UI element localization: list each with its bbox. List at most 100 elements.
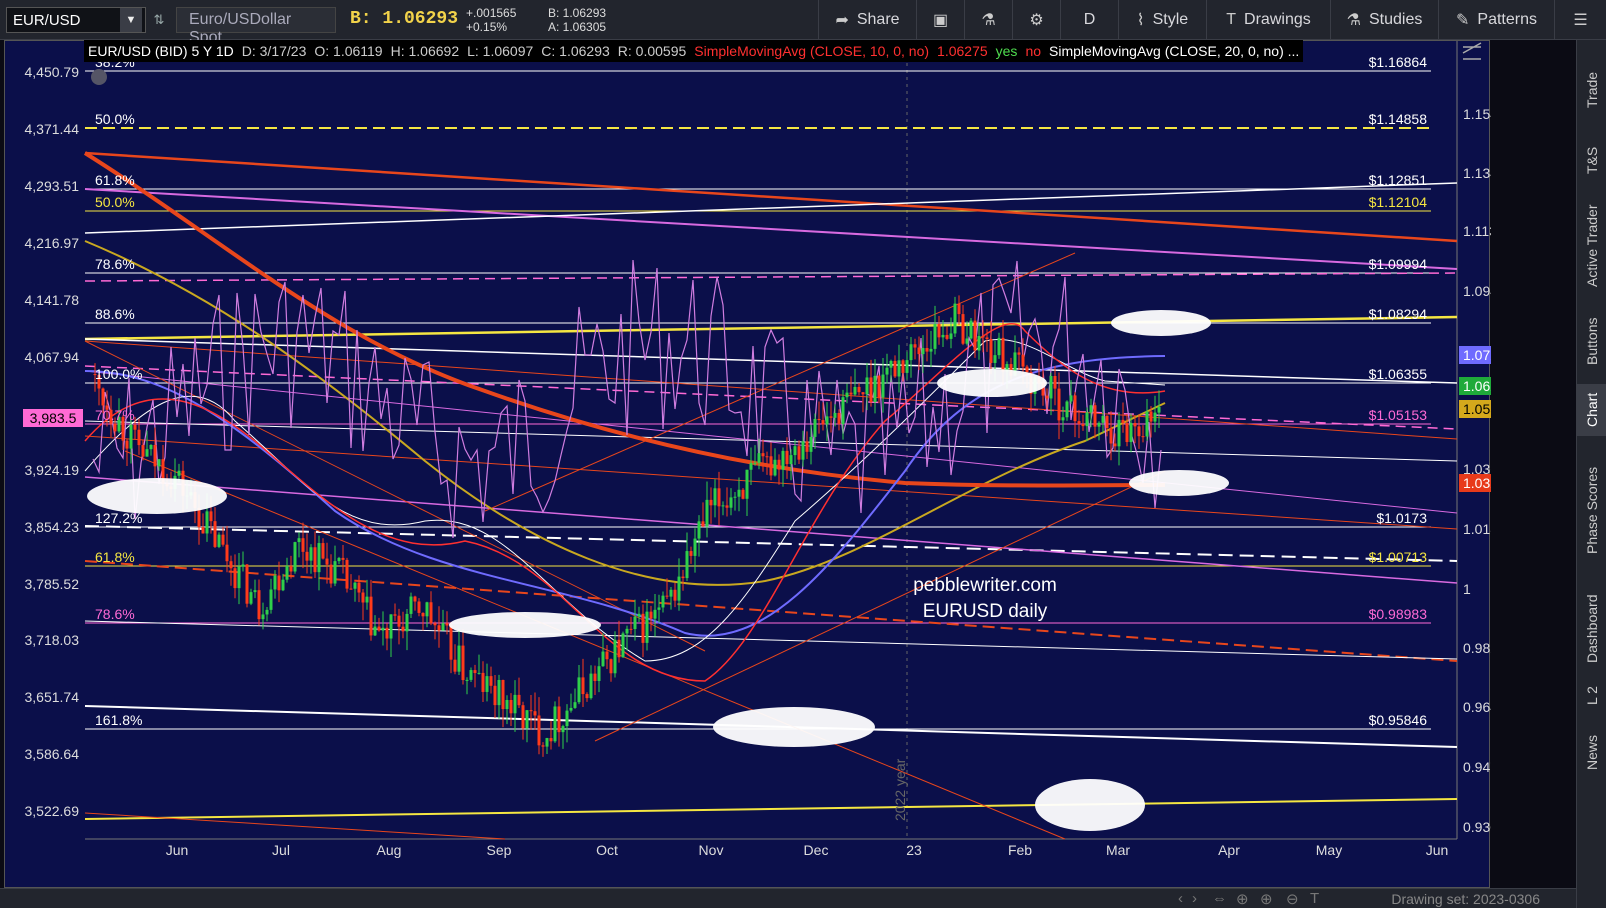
candle-body bbox=[609, 659, 613, 674]
candle-body bbox=[565, 710, 569, 727]
side-tab-buttons[interactable]: Buttons bbox=[1577, 308, 1606, 374]
side-tab-news[interactable]: News bbox=[1577, 720, 1606, 784]
candle-body bbox=[601, 651, 605, 667]
candle-body bbox=[233, 568, 237, 589]
settings-button[interactable]: ⚙ bbox=[1012, 0, 1060, 40]
candle-body bbox=[145, 449, 149, 457]
candle-body bbox=[889, 360, 893, 368]
candle-body bbox=[697, 521, 701, 539]
candle-body bbox=[449, 625, 453, 660]
candle-body bbox=[481, 672, 485, 692]
candle-body bbox=[597, 666, 601, 682]
side-tab-l-2[interactable]: L 2 bbox=[1577, 680, 1606, 712]
patterns-button[interactable]: ✎ Patterns bbox=[1438, 0, 1554, 40]
candle-body bbox=[309, 547, 313, 561]
candle-body bbox=[633, 616, 637, 630]
share-button[interactable]: ➦ Share bbox=[818, 0, 916, 40]
scroll-left-icon[interactable]: ‹ bbox=[1178, 890, 1183, 907]
side-tab-phase-scores[interactable]: Phase Scores bbox=[1577, 444, 1606, 576]
symbol-dropdown-icon[interactable]: ▼ bbox=[120, 8, 142, 32]
flask-icon: ⚗ bbox=[981, 12, 996, 29]
zoom-out-icon[interactable]: ⊖ bbox=[1286, 890, 1299, 908]
candle-body bbox=[1025, 366, 1029, 373]
side-tab-dashboard[interactable]: Dashboard bbox=[1577, 586, 1606, 672]
layout-button[interactable]: ▣ bbox=[916, 0, 964, 40]
year-mark-label: 2022 year bbox=[892, 758, 908, 821]
scroll-right-icon[interactable]: › bbox=[1192, 890, 1197, 907]
link-icon[interactable]: ⇅ bbox=[150, 8, 168, 32]
candle-body bbox=[929, 348, 933, 352]
candle-body bbox=[1085, 412, 1089, 427]
candle-body bbox=[1093, 405, 1097, 427]
candle-body bbox=[1157, 406, 1161, 413]
studies-button[interactable]: ⚗ Studies bbox=[1330, 0, 1438, 40]
candle-body bbox=[1073, 395, 1077, 422]
candle-body bbox=[349, 588, 353, 590]
candle-body bbox=[513, 694, 517, 714]
candle-body bbox=[297, 538, 301, 543]
candle-body bbox=[441, 623, 445, 631]
flask-button[interactable]: ⚗ bbox=[964, 0, 1012, 40]
right-axis-label: 1.13419 bbox=[1463, 165, 1491, 181]
candle-body bbox=[857, 386, 861, 393]
candle-body bbox=[681, 576, 685, 579]
crosshair-icon[interactable]: ⊕ bbox=[1236, 890, 1249, 908]
candle-body bbox=[149, 444, 153, 450]
candle-body bbox=[385, 627, 389, 639]
zoom-in-icon[interactable]: ⊕ bbox=[1260, 890, 1273, 908]
candle-body bbox=[1145, 411, 1149, 437]
candle-body bbox=[949, 333, 953, 339]
side-tab-t-s[interactable]: T&S bbox=[1577, 134, 1606, 186]
candle-body bbox=[445, 623, 449, 626]
fib-left-label: 78.6% bbox=[95, 256, 135, 272]
candle-body bbox=[965, 338, 969, 344]
text-icon[interactable]: T bbox=[1310, 890, 1319, 907]
left-axis-label: 3,854.23 bbox=[25, 519, 80, 535]
annotation-oval bbox=[449, 612, 601, 638]
chart-area[interactable]: 4,450.79 4,371.44 4,293.51 4,216.97 4,141.78… bbox=[4, 40, 1523, 889]
candle-body bbox=[421, 612, 425, 617]
drawings-button[interactable]: T Drawings bbox=[1206, 0, 1330, 40]
fib-left-label: 61.8% bbox=[95, 549, 135, 565]
candle-body bbox=[717, 488, 721, 507]
fib-right-label: $1.08294 bbox=[1369, 306, 1428, 322]
candle-body bbox=[553, 706, 557, 742]
bid-ask: B: 1.06293 A: 1.06305 bbox=[548, 6, 606, 34]
fib-right-label: $1.12851 bbox=[1369, 172, 1428, 188]
candle-body bbox=[277, 575, 281, 591]
candle-body bbox=[321, 543, 325, 559]
candle-body bbox=[397, 615, 401, 627]
side-tab-active-trader[interactable]: Active Trader bbox=[1577, 194, 1606, 298]
right-axis-label: 0.93057 bbox=[1463, 819, 1491, 835]
menu-button[interactable]: ☰ bbox=[1554, 0, 1606, 40]
candle-body bbox=[785, 450, 789, 465]
candle-body bbox=[1089, 405, 1093, 413]
candle-body bbox=[469, 670, 473, 680]
candle-body bbox=[517, 694, 521, 706]
x-axis-label: May bbox=[1316, 842, 1342, 858]
candle-body bbox=[525, 710, 529, 729]
candle-body bbox=[217, 534, 221, 547]
left-axis-label: 3,785.52 bbox=[25, 576, 80, 592]
candle-body bbox=[1141, 436, 1145, 438]
bid-price: B: 1.06293 bbox=[350, 9, 459, 29]
candle-body bbox=[1017, 352, 1021, 355]
candle-body bbox=[985, 337, 989, 340]
menu-icon: ☰ bbox=[1573, 12, 1588, 29]
candle-body bbox=[289, 566, 293, 572]
candle-body bbox=[529, 710, 533, 712]
side-tab-chart[interactable]: Chart bbox=[1577, 384, 1606, 436]
candle-body bbox=[913, 344, 917, 348]
left-axis-label: 4,293.51 bbox=[25, 178, 80, 194]
candle-body bbox=[825, 416, 829, 425]
period-button[interactable]: D bbox=[1060, 0, 1118, 40]
candle-body bbox=[1081, 424, 1085, 427]
candle-body bbox=[901, 360, 905, 373]
style-button[interactable]: ⌇ Style bbox=[1118, 0, 1206, 40]
price-chart[interactable]: 4,450.79 4,371.44 4,293.51 4,216.97 4,141.78… bbox=[5, 41, 1523, 889]
x-axis-label: Feb bbox=[1008, 842, 1032, 858]
side-tab-trade[interactable]: Trade bbox=[1577, 48, 1606, 132]
candle-body bbox=[969, 320, 973, 339]
pan-icon[interactable]: ⇔ bbox=[1212, 890, 1227, 907]
fib-left-label: 127.2% bbox=[95, 510, 142, 526]
